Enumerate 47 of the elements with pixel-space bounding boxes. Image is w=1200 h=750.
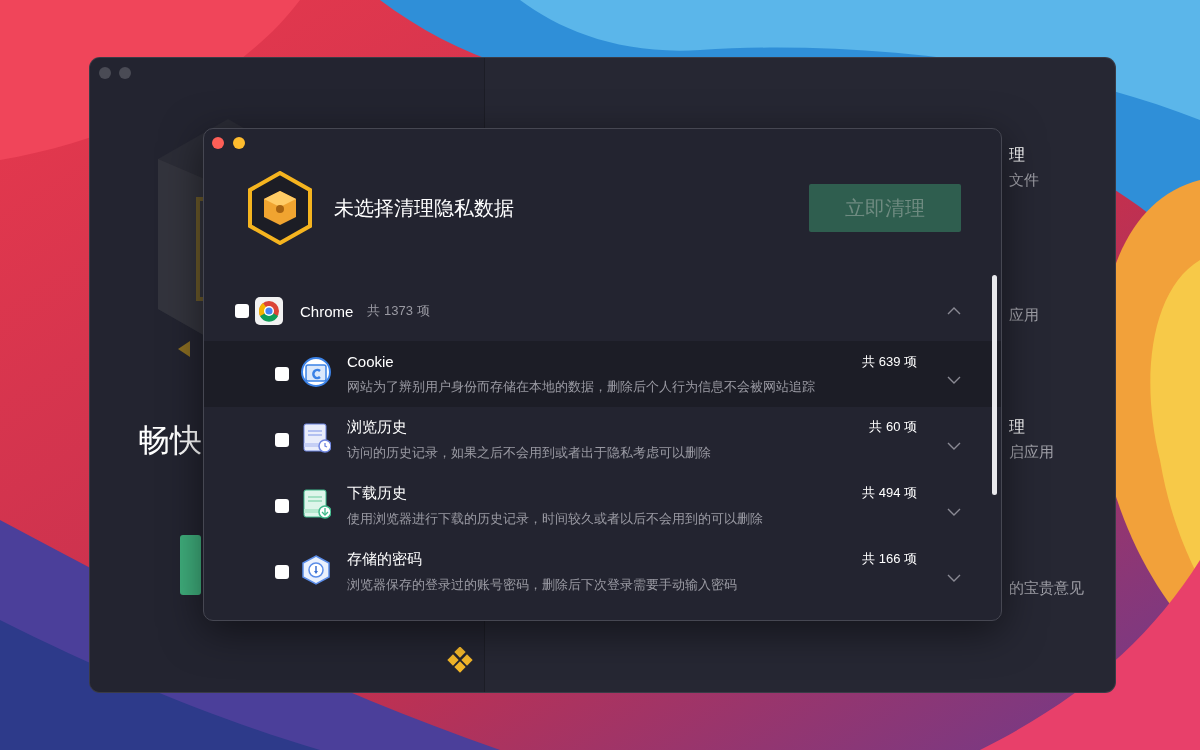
heading: 畅快 (138, 421, 202, 460)
browser-icon (255, 297, 283, 325)
item-title: 下载历史 (347, 484, 408, 503)
hexagon-lock-icon (301, 555, 331, 585)
menu-subtitle: 启应用 (1009, 443, 1055, 462)
checkbox[interactable] (275, 367, 289, 381)
menu-subtitle: 文件 (1009, 171, 1040, 190)
checkbox[interactable] (275, 499, 289, 513)
item-count: 共 166 项 (862, 550, 917, 568)
checkbox[interactable] (275, 565, 289, 579)
checkbox[interactable] (235, 304, 249, 318)
browser-window-icon (301, 357, 331, 387)
item-count: 共 1373 项 (367, 302, 431, 320)
chevron-icon[interactable] (947, 508, 961, 516)
menu-subtitle: 应用 (1009, 306, 1040, 325)
item-title: 存储的密码 (347, 550, 423, 569)
item-count: 共 60 项 (869, 418, 917, 436)
diamond-icon (447, 647, 473, 673)
chevron-icon[interactable] (947, 307, 961, 315)
close-button[interactable] (212, 137, 224, 149)
item-description: 使用浏览器进行下载的历史记录，时间较久或者以后不会用到的可以删除 (347, 511, 764, 528)
item-description: 网站为了辨别用户身份而存储在本地的数据，删除后个人行为信息不会被网站追踪 (347, 378, 816, 396)
dialog-title: 未选择清理隐私数据 (334, 195, 515, 221)
item-count: 共 639 项 (862, 352, 917, 371)
document-download-icon (301, 489, 331, 519)
item-title: Cookie (347, 352, 395, 371)
list-row[interactable]: 存储的密码 共 166 项 浏览器保存的登录过的账号密码，删除后下次登录需要手动输入密码 (204, 539, 1001, 605)
item-title: 浏览历史 (347, 418, 408, 437)
chevron-icon[interactable] (947, 376, 961, 384)
checkbox[interactable] (275, 433, 289, 447)
action-button[interactable] (180, 535, 201, 595)
document-clock-icon (301, 423, 331, 453)
browser-name: Chrome (300, 302, 354, 320)
menu-title: 理 (1009, 145, 1026, 165)
menu-subtitle: 的宝贵意见 (1009, 579, 1085, 598)
list-row[interactable]: Cookie 共 639 项 网站为了辨别用户身份而存储在本地的数据，删除后个人行为信息不会被网站追踪 (204, 341, 1001, 407)
chevron-icon[interactable] (947, 442, 961, 450)
item-count: 共 494 项 (862, 484, 917, 502)
menu-title: 理 (1009, 417, 1026, 437)
item-description: 访问的历史记录，如果之后不会用到或者出于隐私考虑可以删除 (347, 445, 712, 462)
list-row[interactable]: 浏览历史 共 60 项 访问的历史记录，如果之后不会用到或者出于隐私考虑可以删除 (204, 407, 1001, 473)
list-row[interactable]: 下载历史 共 494 项 使用浏览器进行下载的历史记录，时间较久或者以后不会用到的可以删除 (204, 473, 1001, 539)
minimize-button[interactable] (233, 137, 245, 149)
scrollbar[interactable] (992, 275, 997, 495)
safe-box-icon (248, 171, 312, 245)
chevron-icon[interactable] (947, 574, 961, 582)
item-description: 浏览器保存的登录过的账号密码，删除后下次登录需要手动输入密码 (347, 577, 738, 594)
